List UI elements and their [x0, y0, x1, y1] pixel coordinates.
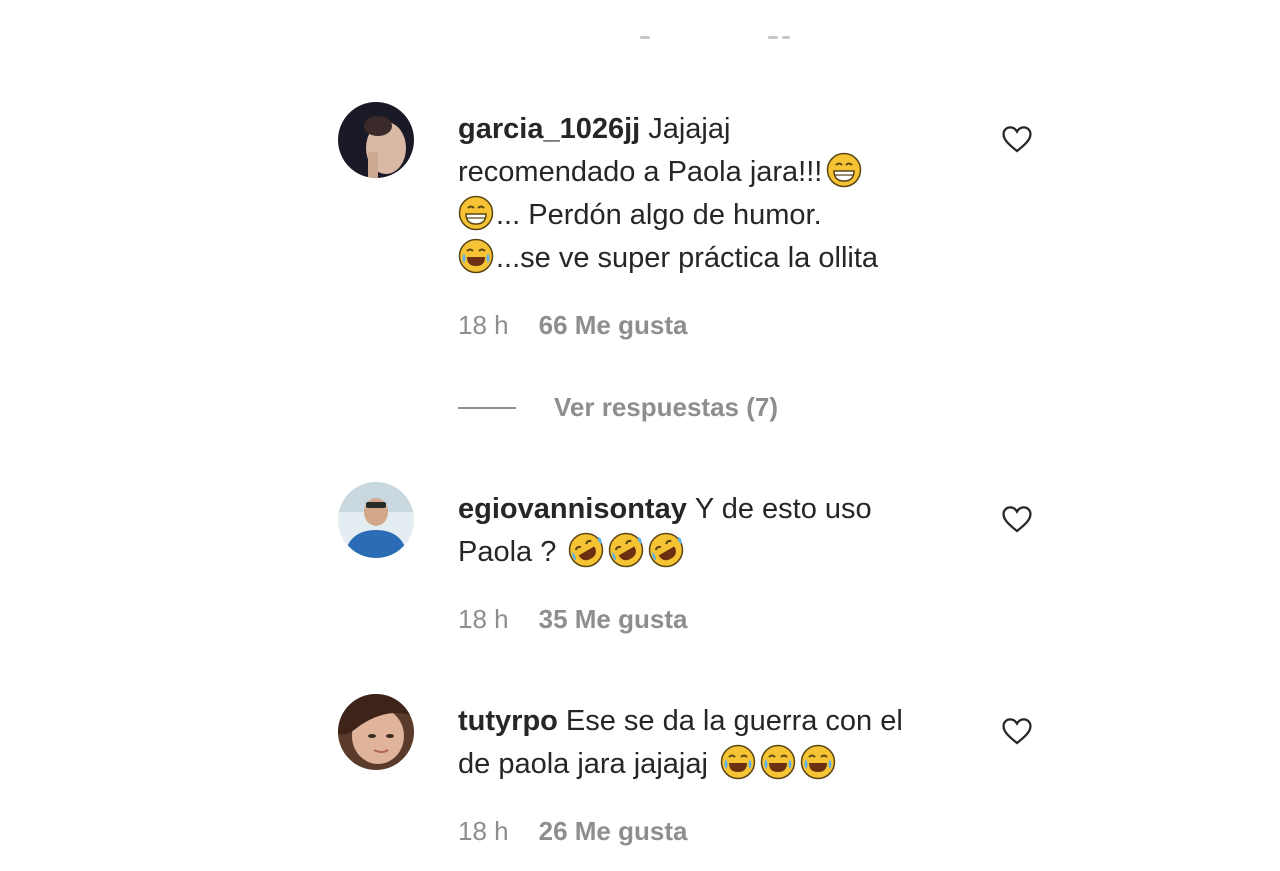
comment-likes[interactable]: 35 Me gusta — [539, 604, 688, 635]
joy-emoji-icon — [800, 744, 836, 780]
comment-body: ...se ve super práctica la ollita — [496, 242, 879, 274]
grin-emoji-icon — [826, 152, 862, 188]
comment-username[interactable]: garcia_1026jj — [458, 113, 640, 145]
like-button[interactable] — [1000, 714, 1034, 748]
comment-likes[interactable]: 66 Me gusta — [539, 310, 688, 341]
comment-time[interactable]: 18 h — [458, 816, 509, 847]
comment-username[interactable]: egiovannisontay — [458, 493, 687, 525]
heart-outline-icon — [1002, 718, 1032, 745]
replies-divider — [458, 406, 516, 409]
like-button[interactable] — [1000, 122, 1034, 156]
comment-meta: 18 h 35 Me gusta — [458, 604, 687, 635]
previous-comment-fragment — [640, 36, 790, 44]
grin-emoji-icon — [458, 195, 494, 231]
like-button[interactable] — [1000, 502, 1034, 536]
comment-body: ... Perdón algo de humor. — [496, 199, 822, 231]
comment-item: tutyrpo Ese se da la guerra con el de pao… — [338, 694, 1038, 854]
comment-time[interactable]: 18 h — [458, 310, 509, 341]
comment-meta: 18 h 66 Me gusta — [458, 310, 687, 341]
avatar[interactable] — [338, 102, 414, 178]
comment-text: egiovannisontay Y de esto uso Paola ? — [458, 488, 968, 574]
heart-outline-icon — [1002, 506, 1032, 533]
comment-body: recomendado a Paola jara!!! — [458, 156, 823, 188]
comment-likes[interactable]: 26 Me gusta — [539, 816, 688, 847]
joy-emoji-icon — [720, 744, 756, 780]
view-replies-button[interactable]: Ver respuestas (7) — [458, 392, 778, 423]
comment-body: de paola jara jajajaj — [458, 748, 708, 780]
avatar[interactable] — [338, 694, 414, 770]
avatar[interactable] — [338, 482, 414, 558]
rofl-emoji-icon — [608, 532, 644, 568]
heart-outline-icon — [1002, 126, 1032, 153]
comment-body: Jajajaj — [648, 113, 731, 145]
comment-body: Ese se da la guerra con el — [565, 705, 903, 737]
comment-username[interactable]: tutyrpo — [458, 705, 558, 737]
view-replies-label: Ver respuestas (7) — [554, 392, 779, 422]
comment-item: garcia_1026jj Jajajaj recomendado a Paola… — [338, 102, 1038, 362]
comment-item: egiovannisontay Y de esto uso Paola ? 18 … — [338, 482, 1038, 642]
rofl-emoji-icon — [648, 532, 684, 568]
comment-body: Paola ? — [458, 536, 557, 568]
joy-emoji-icon — [760, 744, 796, 780]
comment-text: tutyrpo Ese se da la guerra con el de pao… — [458, 700, 968, 786]
comment-meta: 18 h 26 Me gusta — [458, 816, 687, 847]
comment-body: Y de esto uso — [694, 493, 872, 525]
joy-emoji-icon — [458, 238, 494, 274]
rofl-emoji-icon — [568, 532, 604, 568]
comment-time[interactable]: 18 h — [458, 604, 509, 635]
comment-text: garcia_1026jj Jajajaj recomendado a Paola… — [458, 108, 968, 280]
